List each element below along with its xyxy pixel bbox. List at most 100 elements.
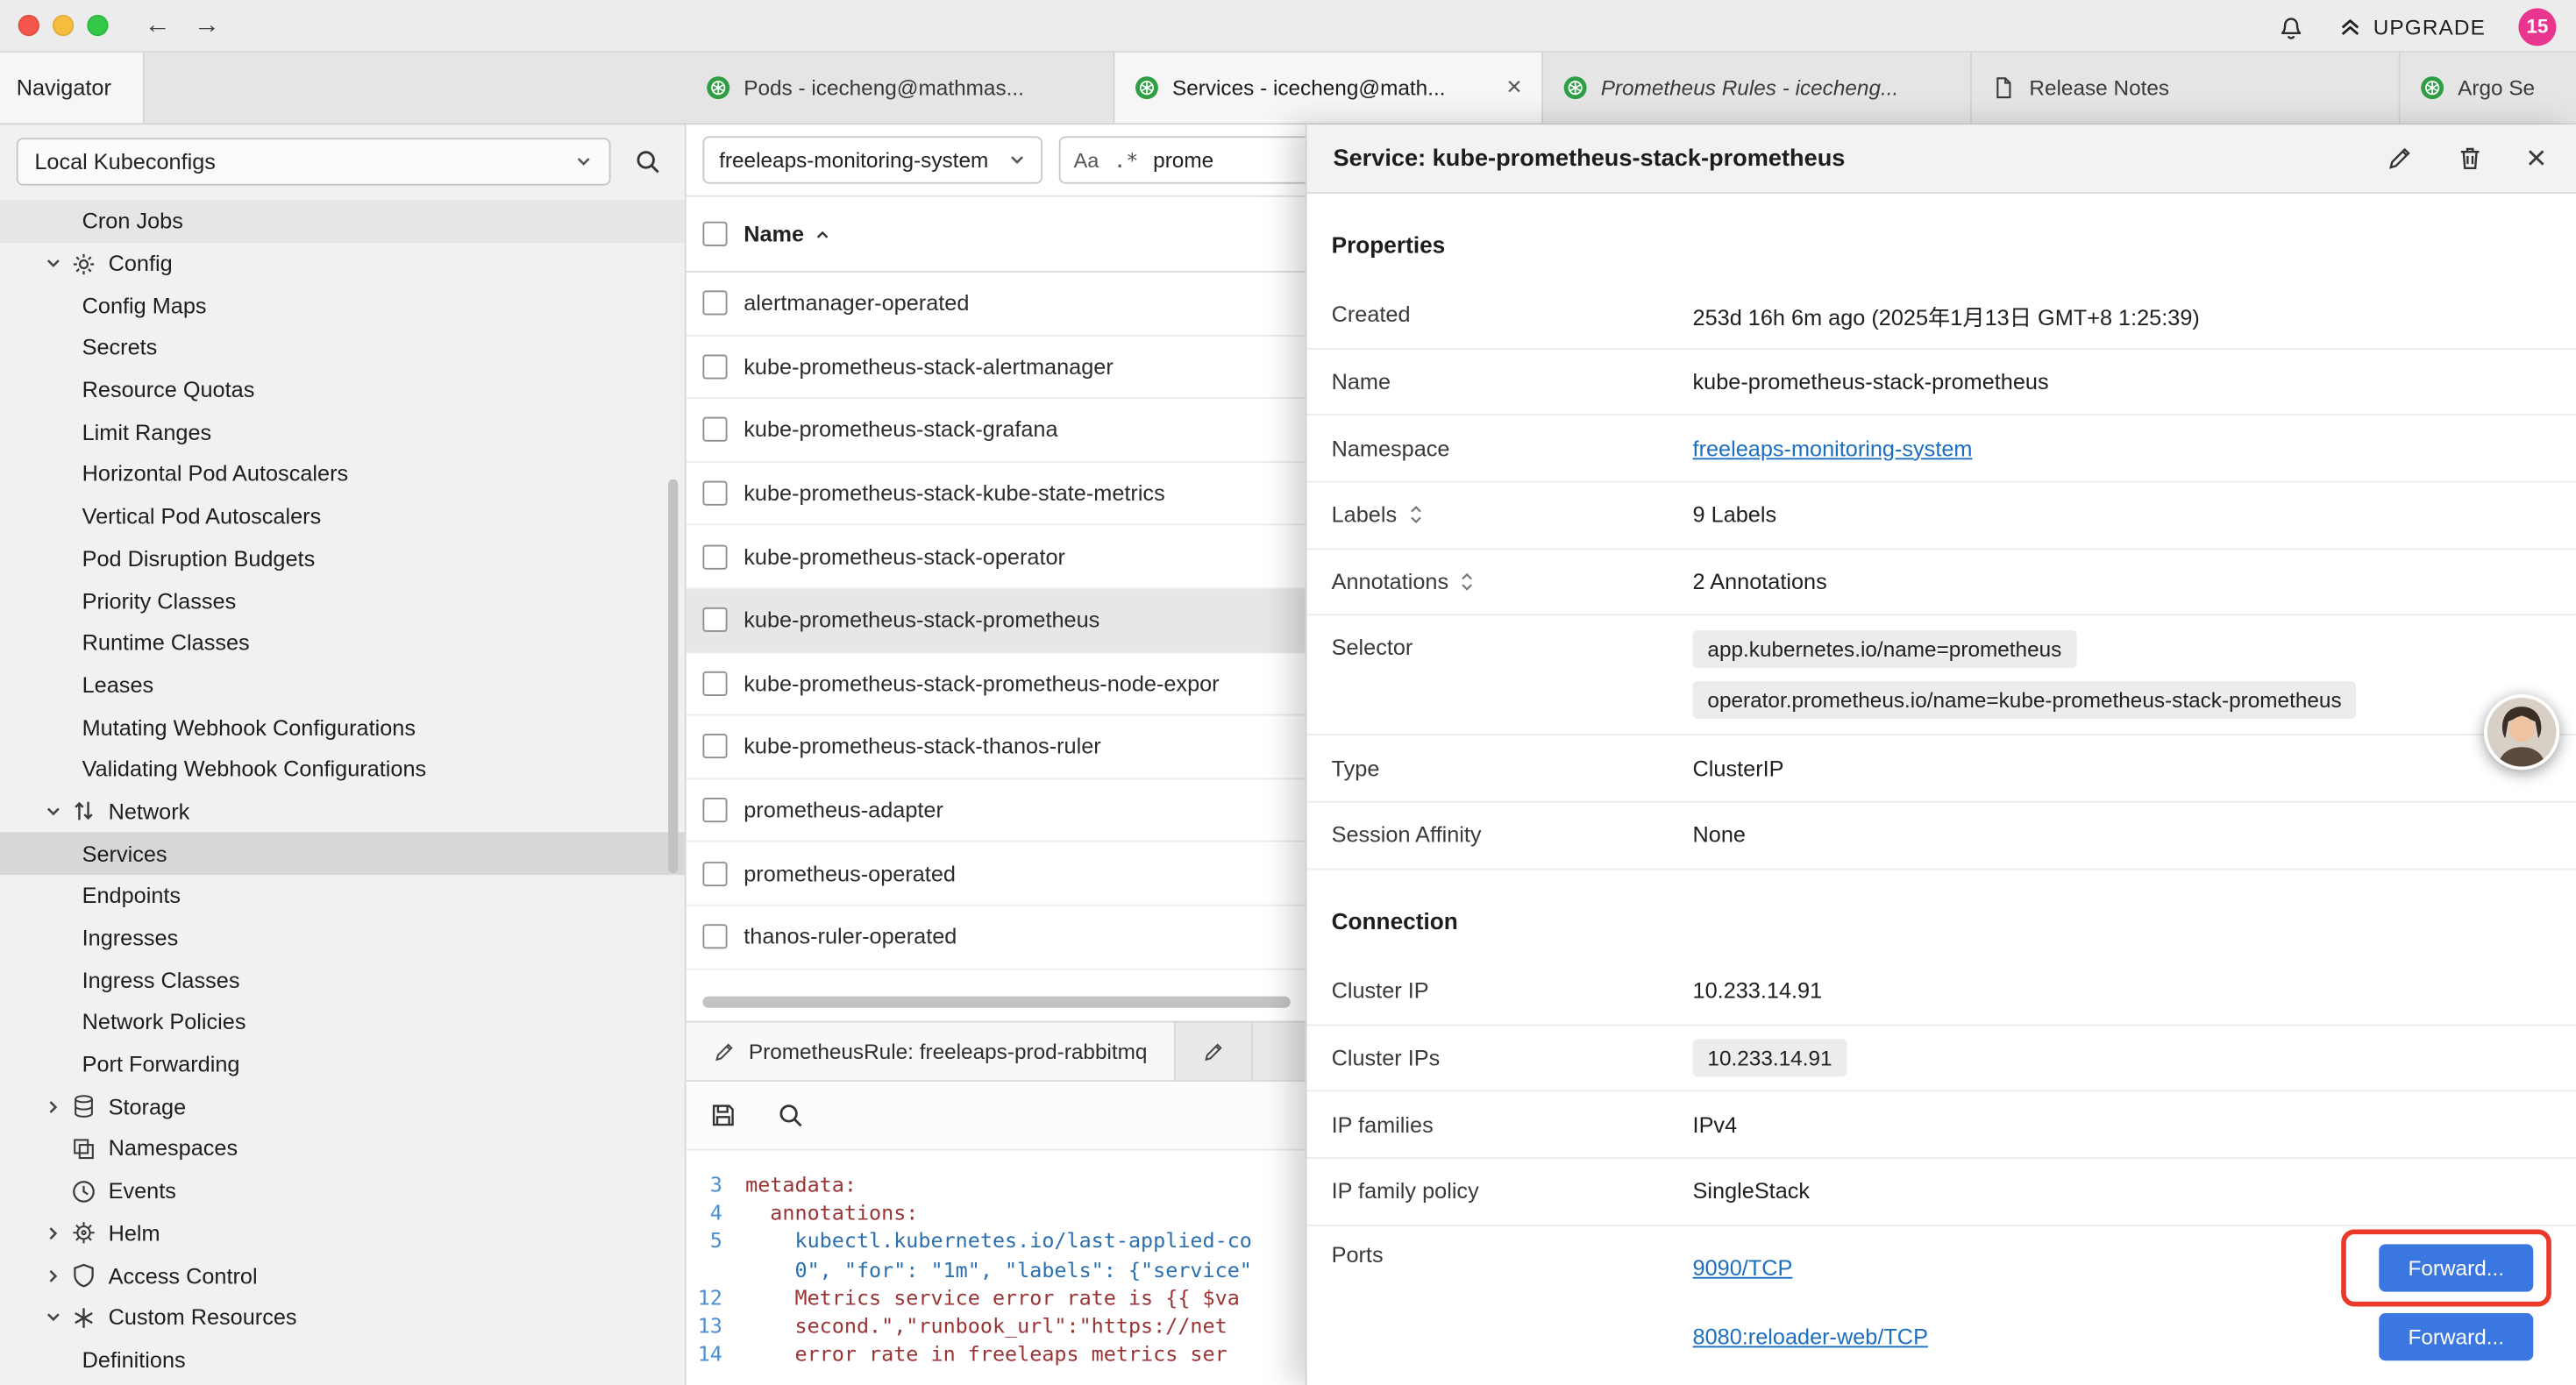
sidebar-item-validating-webhook-configurations[interactable]: Validating Webhook Configurations (0, 749, 685, 791)
editor-search-icon[interactable] (777, 1101, 805, 1129)
column-header-name[interactable]: Name (744, 222, 830, 246)
sidebar-item-label: Limit Ranges (82, 420, 212, 444)
sidebar-item-namespaces[interactable]: Namespaces (0, 1128, 685, 1170)
minimize-window-button[interactable] (53, 15, 74, 36)
sidebar-item-leases[interactable]: Leases (0, 664, 685, 707)
code-text: annotations: (745, 1198, 918, 1226)
sidebar-item-limit-ranges[interactable]: Limit Ranges (0, 411, 685, 453)
row-checkbox[interactable] (702, 354, 727, 379)
row-checkbox[interactable] (702, 291, 727, 316)
sidebar-item-events[interactable]: Events (0, 1170, 685, 1212)
service-name: prometheus-operated (744, 861, 956, 885)
row-checkbox[interactable] (702, 798, 727, 822)
sort-updown-icon[interactable] (1408, 505, 1423, 526)
sidebar-item-ingresses[interactable]: Ingresses (0, 917, 685, 959)
sidebar-item-definitions[interactable]: Definitions (0, 1339, 685, 1381)
sidebar-item-label: Network Policies (82, 1010, 246, 1034)
zoom-window-button[interactable] (87, 15, 108, 36)
tab-pods-icecheng-mathmas[interactable]: Pods - icecheng@mathmas... (687, 53, 1115, 124)
sidebar-item-network-policies[interactable]: Network Policies (0, 1001, 685, 1043)
close-window-button[interactable] (18, 15, 39, 36)
storage-icon (71, 1094, 97, 1120)
line-number: 14 (687, 1339, 745, 1367)
sidebar-item-ingress-classes[interactable]: Ingress Classes (0, 959, 685, 1001)
detail-row-namespace: Namespacefreeleaps-monitoring-system (1307, 416, 2576, 482)
sidebar-item-services[interactable]: Services (0, 833, 685, 875)
match-case-toggle[interactable]: Aa (1074, 148, 1099, 171)
sidebar-item-horizontal-pod-autoscalers[interactable]: Horizontal Pod Autoscalers (0, 453, 685, 495)
sidebar-item-endpoints[interactable]: Endpoints (0, 875, 685, 917)
sidebar-item-custom-resources[interactable]: Custom Resources (0, 1296, 685, 1339)
sidebar-item-pod-disruption-budgets[interactable]: Pod Disruption Budgets (0, 537, 685, 579)
close-tab-icon[interactable]: × (1504, 75, 1526, 101)
navigator-tab[interactable]: Navigator (0, 53, 145, 124)
sidebar-item-vertical-pod-autoscalers[interactable]: Vertical Pod Autoscalers (0, 495, 685, 537)
select-all-checkbox[interactable] (702, 222, 727, 246)
code-text: 0", "for": "1m", "labels": {"service" (745, 1255, 1252, 1283)
sidebar-item-config-maps[interactable]: Config Maps (0, 285, 685, 327)
row-checkbox[interactable] (702, 925, 727, 949)
upgrade-button[interactable]: UPGRADE (2338, 14, 2486, 39)
row-checkbox[interactable] (702, 544, 727, 569)
chevron-spacer (39, 1182, 66, 1201)
chips: 10.233.14.91 (1693, 1039, 1847, 1076)
sidebar-item-port-forwarding[interactable]: Port Forwarding (0, 1043, 685, 1085)
sort-updown-icon[interactable] (1460, 572, 1475, 593)
notifications-bell-icon[interactable] (2276, 12, 2304, 40)
row-checkbox[interactable] (702, 607, 727, 632)
row-checkbox[interactable] (702, 418, 727, 443)
port-link[interactable]: 9090/TCP (1693, 1255, 1793, 1280)
sidebar-item-storage[interactable]: Storage (0, 1086, 685, 1128)
tab-release-notes[interactable]: Release Notes (1972, 53, 2401, 124)
dock-tab-1[interactable] (1175, 1023, 1252, 1081)
sidebar-item-label: Storage (109, 1095, 187, 1119)
dock-tab-prometheusrule-freeleaps-prod-rabbitmq[interactable]: PrometheusRule: freeleaps-prod-rabbitmq (687, 1023, 1176, 1081)
forward-icon[interactable]: → (194, 12, 220, 39)
row-checkbox[interactable] (702, 861, 727, 885)
row-checkbox[interactable] (702, 735, 727, 759)
sidebar-item-network[interactable]: Network (0, 791, 685, 833)
sidebar-item-secrets[interactable]: Secrets (0, 327, 685, 369)
sidebar-item-label: Config Maps (82, 294, 207, 318)
detail-row-name: Namekube-prometheus-stack-prometheus (1307, 349, 2576, 416)
row-checkbox[interactable] (702, 481, 727, 506)
sidebar-scrollbar[interactable] (668, 479, 678, 873)
window-controls (0, 15, 109, 36)
sidebar-item-mutating-webhook-configurations[interactable]: Mutating Webhook Configurations (0, 707, 685, 749)
namespace-link[interactable]: freeleaps-monitoring-system (1693, 437, 1973, 461)
sidebar-item-resource-quotas[interactable]: Resource Quotas (0, 369, 685, 411)
chevron-right-icon (39, 1224, 66, 1243)
detail-row-ports: Ports9090/TCPForward...8080:reloader-web… (1307, 1225, 2576, 1381)
sidebar-search-icon[interactable] (634, 147, 662, 175)
sidebar-item-config[interactable]: Config (0, 243, 685, 285)
regex-toggle[interactable]: .* (1114, 148, 1138, 173)
notification-count-badge[interactable]: 15 (2518, 7, 2556, 45)
avatar[interactable] (2484, 694, 2559, 770)
save-icon[interactable] (709, 1101, 737, 1129)
horizontal-scrollbar[interactable] (702, 997, 1290, 1008)
sidebar-item-access-control[interactable]: Access Control (0, 1254, 685, 1296)
sidebar-item-label: Secrets (82, 336, 158, 360)
row-checkbox[interactable] (702, 671, 727, 696)
service-name: thanos-ruler-operated (744, 925, 957, 949)
close-drawer-icon[interactable]: × (2526, 141, 2546, 175)
sidebar-item-cron-jobs[interactable]: Cron Jobs (0, 200, 685, 242)
sidebar-item-runtime-classes[interactable]: Runtime Classes (0, 621, 685, 664)
back-icon[interactable]: ← (145, 12, 171, 39)
tab-prometheus-rules-icecheng[interactable]: Prometheus Rules - icecheng... (1543, 53, 1972, 124)
sidebar-item-helm[interactable]: Helm (0, 1212, 685, 1254)
chevron-right-icon (39, 1097, 66, 1116)
service-name: kube-prometheus-stack-prometheus-node-ex… (744, 671, 1219, 696)
tab-services-icecheng-math[interactable]: Services - icecheng@math...× (1114, 53, 1543, 124)
namespace-filter-select[interactable]: freeleaps-monitoring-system (702, 136, 1042, 183)
delete-resource-icon[interactable] (2456, 145, 2484, 173)
port-link[interactable]: 8080:reloader-web/TCP (1693, 1324, 1928, 1348)
kubeconfig-selector[interactable]: Local Kubeconfigs (17, 137, 611, 184)
edit-resource-icon[interactable] (2385, 145, 2413, 173)
detail-row-ip-family-policy: IP family policySingleStack (1307, 1159, 2576, 1225)
sidebar-item-priority-classes[interactable]: Priority Classes (0, 579, 685, 621)
forward-button[interactable]: Forward... (2379, 1244, 2533, 1291)
forward-button[interactable]: Forward... (2379, 1312, 2533, 1360)
tab-argo-se[interactable]: Argo Se (2401, 53, 2576, 124)
detail-row-selector: Selectorapp.kubernetes.io/name=prometheu… (1307, 616, 2576, 736)
